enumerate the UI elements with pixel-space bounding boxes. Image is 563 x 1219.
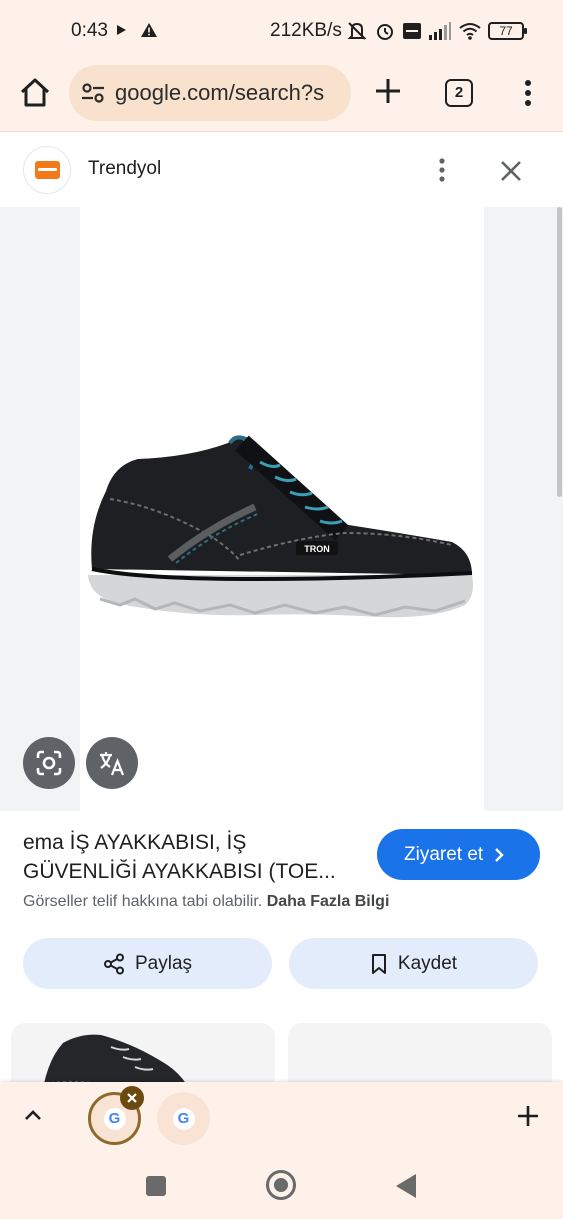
close-icon <box>127 1093 137 1103</box>
warning-icon <box>141 23 157 37</box>
mute-icon <box>347 22 367 40</box>
status-icons: 77 <box>346 20 527 42</box>
image-viewer[interactable]: TRON <box>0 207 563 811</box>
source-name[interactable]: Trendyol <box>88 158 161 180</box>
tron-label: TRON <box>304 544 330 554</box>
safety-shoe-image: TRON <box>88 435 474 618</box>
more-menu-icon[interactable] <box>518 78 538 108</box>
source-logo[interactable] <box>23 146 71 194</box>
volte-icon <box>403 23 421 39</box>
tab-strip: G G <box>0 1082 563 1152</box>
chevron-up-icon[interactable] <box>22 1104 44 1126</box>
media-play-icon <box>117 25 126 35</box>
lens-icon <box>36 750 62 776</box>
tab-switcher-button[interactable]: 2 <box>445 79 473 107</box>
battery-level: 77 <box>499 24 513 38</box>
address-bar[interactable]: google.com/search?s <box>69 65 351 121</box>
google-lens-button[interactable] <box>23 737 75 789</box>
translate-icon <box>100 752 125 776</box>
share-label: Paylaş <box>134 952 193 974</box>
scrollbar[interactable] <box>557 207 562 497</box>
more-info-link[interactable]: Daha Fazla Bilgi <box>267 893 390 910</box>
close-tab-button[interactable] <box>120 1086 144 1110</box>
system-navigation-bar <box>0 1152 563 1219</box>
product-image[interactable]: TRON <box>80 207 484 811</box>
google-icon: G <box>172 1107 195 1130</box>
chevron-right-icon <box>495 847 504 862</box>
site-settings-icon[interactable] <box>80 80 106 106</box>
source-header: Trendyol <box>0 133 563 207</box>
home-nav-icon[interactable] <box>266 1170 296 1200</box>
result-title-line2: GÜVENLİĞİ AYAKKABISI (TOE... <box>23 860 336 883</box>
trendyol-logo-icon <box>34 161 60 179</box>
share-button[interactable]: Paylaş <box>23 938 272 989</box>
url-text: google.com/search?s <box>115 80 325 105</box>
translate-button[interactable] <box>86 737 138 789</box>
wifi-icon <box>459 23 481 40</box>
save-button[interactable]: Kaydet <box>289 938 538 989</box>
add-tab-icon[interactable] <box>516 1104 540 1128</box>
save-label: Kaydet <box>397 952 458 974</box>
result-title[interactable]: ema İŞ AYAKKABISI, İŞ GÜVENLİĞİ AYAKKABI… <box>23 828 363 886</box>
google-icon: G <box>103 1107 126 1130</box>
visit-button[interactable]: Ziyaret et <box>377 829 540 880</box>
visit-label: Ziyaret et <box>404 843 484 865</box>
copyright-notice: Görseller telif hakkına tabi olabilir. D… <box>23 893 389 911</box>
network-speed: 212KB/s <box>270 20 342 41</box>
bookmark-icon <box>371 953 386 974</box>
result-title-line1: ema İŞ AYAKKABISI, İŞ <box>23 831 247 854</box>
share-icon <box>103 953 124 974</box>
browser-toolbar: google.com/search?s 2 <box>0 64 563 132</box>
back-icon[interactable] <box>396 1174 416 1198</box>
new-tab-icon[interactable] <box>374 77 402 105</box>
tab-thumbnail[interactable]: G <box>157 1092 210 1145</box>
battery-icon: 77 <box>488 22 527 40</box>
home-dot <box>274 1178 288 1192</box>
recents-icon[interactable] <box>146 1176 166 1196</box>
more-options-icon[interactable] <box>432 155 452 185</box>
copyright-text: Görseller telif hakkına tabi olabilir. <box>23 893 263 910</box>
signal-icon <box>429 22 451 40</box>
close-icon[interactable] <box>497 157 525 185</box>
home-icon[interactable] <box>18 76 52 110</box>
status-time: 0:43 <box>71 20 108 41</box>
status-bar: 0:43 212KB/s 77 <box>0 0 563 64</box>
alarm-icon <box>377 24 393 40</box>
